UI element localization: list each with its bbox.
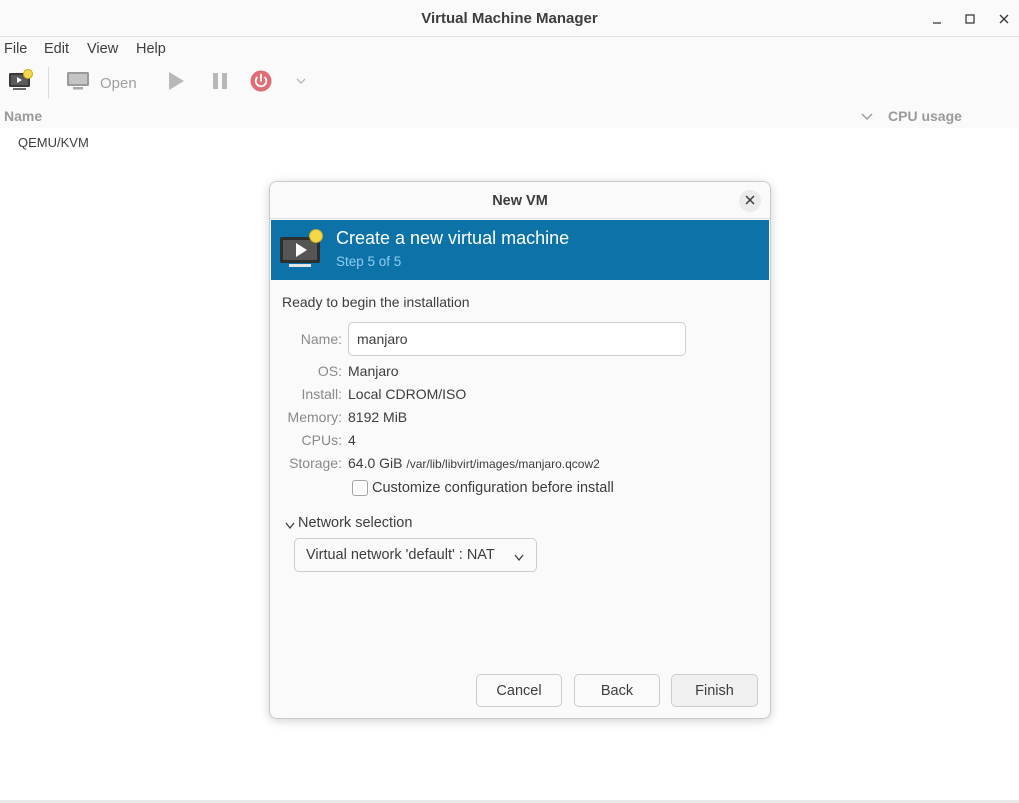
monitor-icon [66, 70, 90, 97]
new-vm-icon [279, 229, 325, 276]
minimize-icon[interactable] [926, 8, 948, 30]
os-label: OS: [317, 363, 342, 379]
name-label: Name: [300, 331, 342, 347]
storage-size: 64.0 GiB [348, 455, 403, 471]
cancel-button[interactable]: Cancel [476, 674, 562, 707]
network-dropdown[interactable]: Virtual network 'default' : NAT [294, 538, 537, 572]
wizard-banner: Create a new virtual machine Step 5 of 5 [271, 220, 769, 280]
storage-path: /var/lib/libvirt/images/manjaro.qcow2 [406, 457, 600, 471]
menu-view[interactable]: View [87, 41, 118, 57]
install-label: Install: [301, 386, 342, 402]
name-input[interactable] [348, 322, 686, 356]
open-button[interactable]: Open [66, 69, 137, 97]
run-button[interactable] [166, 69, 186, 97]
new-vm-dialog: New VM Create a new virtual machine Step… [269, 181, 771, 719]
expander-chevron-icon[interactable] [284, 518, 296, 536]
dialog-title: New VM [492, 193, 548, 209]
shutdown-button[interactable] [250, 69, 272, 97]
network-expander[interactable]: Network selection [298, 515, 412, 531]
cpus-label: CPUs: [301, 432, 342, 448]
chevron-down-icon [513, 551, 525, 567]
storage-value: 64.0 GiB /var/lib/libvirt/images/manjaro… [348, 455, 600, 471]
window-title: Virtual Machine Manager [421, 10, 598, 27]
column-cpu-header[interactable]: CPU usage [888, 108, 962, 124]
ready-text: Ready to begin the installation [282, 294, 470, 310]
customize-label[interactable]: Customize configuration before install [372, 480, 614, 496]
install-value: Local CDROM/ISO [348, 386, 467, 402]
new-vm-icon [8, 68, 34, 98]
memory-value: 8192 MiB [348, 409, 408, 425]
menubar: File Edit View Help [0, 37, 1019, 62]
window-titlebar[interactable]: Virtual Machine Manager [0, 0, 1019, 37]
close-icon [745, 192, 755, 210]
chevron-down-icon [294, 74, 308, 93]
network-selected: Virtual network 'default' : NAT [306, 547, 495, 563]
shutdown-menu-button[interactable] [294, 69, 308, 97]
column-dropdown-icon[interactable] [860, 110, 874, 128]
list-header: Name CPU usage [0, 104, 1019, 128]
power-icon [250, 70, 272, 97]
connection-row[interactable]: QEMU/KVM [18, 135, 89, 150]
new-vm-button[interactable] [8, 68, 34, 98]
maximize-icon[interactable] [959, 8, 981, 30]
dialog-titlebar[interactable]: New VM [270, 182, 770, 219]
finish-button[interactable]: Finish [671, 674, 758, 707]
dialog-close-button[interactable] [739, 190, 761, 212]
customize-checkbox[interactable] [352, 480, 368, 496]
open-label: Open [100, 74, 137, 92]
back-button[interactable]: Back [574, 674, 660, 707]
toolbar: Open [0, 62, 1019, 104]
cpus-value: 4 [348, 432, 356, 448]
menu-help[interactable]: Help [136, 41, 166, 57]
play-icon [166, 71, 186, 96]
pause-button[interactable] [210, 69, 230, 97]
storage-label: Storage: [289, 455, 342, 471]
toolbar-separator [48, 67, 49, 99]
banner-step: Step 5 of 5 [336, 254, 402, 269]
menu-file[interactable]: File [4, 41, 27, 57]
column-name-header[interactable]: Name [4, 108, 42, 124]
close-icon[interactable] [993, 8, 1015, 30]
banner-title: Create a new virtual machine [336, 228, 570, 248]
pause-icon [210, 71, 230, 96]
os-value: Manjaro [348, 363, 399, 379]
memory-label: Memory: [287, 409, 342, 425]
menu-edit[interactable]: Edit [44, 41, 69, 57]
